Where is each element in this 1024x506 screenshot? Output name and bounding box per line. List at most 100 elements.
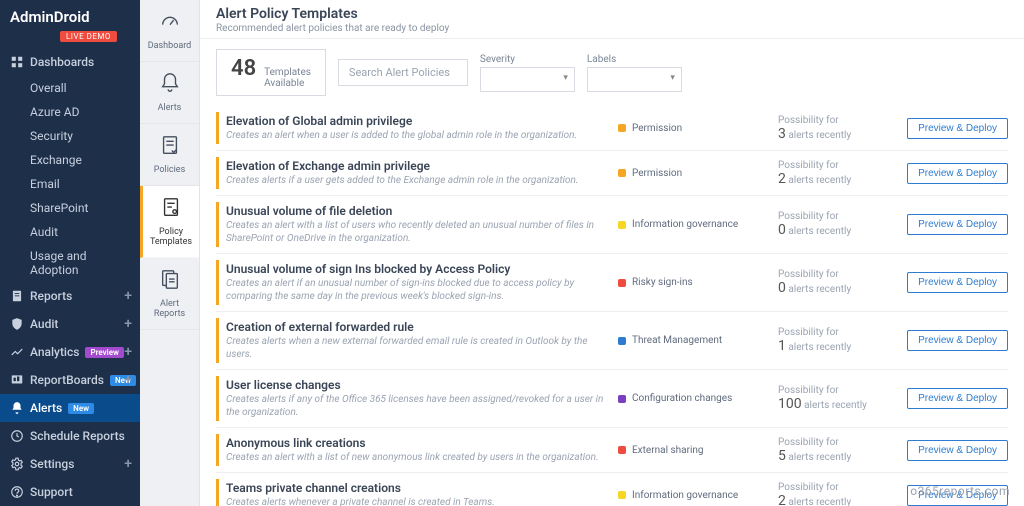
tag-dot-icon bbox=[618, 221, 626, 229]
possibility-label: Possibility for bbox=[778, 482, 898, 493]
tag-label: External sharing bbox=[632, 445, 704, 456]
template-tag: External sharing bbox=[618, 445, 778, 456]
template-row: Teams private channel creations Creates … bbox=[216, 473, 1008, 506]
page-subtitle: Recommended alert policies that are read… bbox=[216, 23, 1008, 34]
subnav-policies[interactable]: Policies bbox=[140, 124, 199, 186]
nav-alerts[interactable]: AlertsNew bbox=[0, 394, 140, 422]
preview-deploy-button[interactable]: Preview & Deploy bbox=[907, 272, 1008, 293]
nav-sub-overall[interactable]: Overall bbox=[26, 76, 140, 100]
subnav-label: Alerts bbox=[158, 103, 182, 113]
template-possibility: Possibility for 3 alerts recently bbox=[778, 115, 898, 142]
alerts-recently-label: alerts recently bbox=[788, 130, 851, 141]
live-demo-badge: LIVE DEMO bbox=[60, 31, 117, 42]
tag-label: Risky sign-ins bbox=[632, 277, 693, 288]
nav-list: DashboardsOverallAzure ADSecurityExchang… bbox=[0, 48, 140, 506]
search-input[interactable]: Search Alert Policies bbox=[338, 59, 468, 86]
main-area: Alert Policy Templates Recommended alert… bbox=[200, 0, 1024, 506]
possibility-count: 5 bbox=[778, 448, 786, 464]
template-action: Preview & Deploy bbox=[898, 118, 1008, 139]
accent-bar bbox=[216, 157, 219, 189]
subnav-dashboard[interactable]: Dashboard bbox=[140, 0, 199, 62]
nav-sub-audit[interactable]: Audit bbox=[26, 220, 140, 244]
nav-label: ReportBoards bbox=[30, 373, 104, 387]
accent-bar bbox=[216, 318, 219, 363]
template-description: Creates an alert when a user is added to… bbox=[226, 129, 608, 142]
template-action: Preview & Deploy bbox=[898, 388, 1008, 409]
expand-icon: + bbox=[124, 288, 132, 304]
subnav-label: Alert Reports bbox=[144, 299, 195, 319]
reports-icon bbox=[10, 289, 24, 303]
labels-select[interactable] bbox=[587, 67, 682, 92]
settings-icon bbox=[10, 457, 24, 471]
subnav-label: Policies bbox=[154, 165, 185, 175]
template-title: User license changes bbox=[226, 378, 608, 392]
possibility-count: 3 bbox=[778, 126, 786, 142]
nav-sub-azure-ad[interactable]: Azure AD bbox=[26, 100, 140, 124]
expand-icon: + bbox=[124, 456, 132, 472]
nav-label: Settings bbox=[30, 457, 74, 471]
nav-badge: New bbox=[68, 403, 94, 414]
template-description: Creates alerts whenever a private channe… bbox=[226, 496, 608, 506]
nav-dashboards[interactable]: Dashboards bbox=[0, 48, 140, 76]
nav-reports[interactable]: Reports+ bbox=[0, 282, 140, 310]
template-count-box: 48 Templates Available bbox=[216, 49, 326, 96]
template-possibility: Possibility for 0 alerts recently bbox=[778, 269, 898, 296]
template-row: Elevation of Exchange admin privilege Cr… bbox=[216, 151, 1008, 196]
tag-label: Information governance bbox=[632, 490, 738, 501]
template-description: Creates alerts if any of the Office 365 … bbox=[226, 393, 608, 419]
preview-deploy-button[interactable]: Preview & Deploy bbox=[907, 118, 1008, 139]
nav-sub-usage-and-adoption[interactable]: Usage and Adoption bbox=[26, 244, 140, 282]
nav-analytics[interactable]: AnalyticsPreview+ bbox=[0, 338, 140, 366]
alerts-recently-label: alerts recently bbox=[788, 452, 851, 463]
nav-sub-sharepoint[interactable]: SharePoint bbox=[26, 196, 140, 220]
template-main: Unusual volume of sign Ins blocked by Ac… bbox=[226, 262, 618, 303]
nav-sub-security[interactable]: Security bbox=[26, 124, 140, 148]
accent-bar bbox=[216, 376, 219, 421]
severity-select[interactable] bbox=[480, 67, 575, 92]
preview-deploy-button[interactable]: Preview & Deploy bbox=[907, 388, 1008, 409]
subnav-policy-templates[interactable]: Policy Templates bbox=[140, 186, 199, 258]
template-main: Creation of external forwarded rule Crea… bbox=[226, 320, 618, 361]
nav-settings[interactable]: Settings + bbox=[0, 450, 140, 478]
template-possibility: Possibility for 100 alerts recently bbox=[778, 385, 898, 412]
nav-schedule-reports[interactable]: Schedule Reports bbox=[0, 422, 140, 450]
nav-support[interactable]: Support bbox=[0, 478, 140, 506]
nav-label: Support bbox=[30, 485, 73, 499]
preview-deploy-button[interactable]: Preview & Deploy bbox=[907, 440, 1008, 461]
template-title: Creation of external forwarded rule bbox=[226, 320, 608, 334]
nav-audit[interactable]: Audit+ bbox=[0, 310, 140, 338]
nav-label: Audit bbox=[30, 317, 58, 331]
tag-label: Permission bbox=[632, 123, 682, 134]
tag-dot-icon bbox=[618, 124, 626, 132]
alerts-recently-label: alerts recently bbox=[788, 175, 851, 186]
preview-deploy-button[interactable]: Preview & Deploy bbox=[907, 163, 1008, 184]
severity-label: Severity bbox=[480, 54, 575, 65]
template-action: Preview & Deploy bbox=[898, 440, 1008, 461]
tag-dot-icon bbox=[618, 395, 626, 403]
tag-dot-icon bbox=[618, 279, 626, 287]
template-main: Elevation of Exchange admin privilege Cr… bbox=[226, 159, 618, 187]
alerts-recently-label: alerts recently bbox=[788, 284, 851, 295]
expand-icon: + bbox=[124, 372, 132, 388]
template-title: Unusual volume of file deletion bbox=[226, 204, 608, 218]
template-row: Unusual volume of sign Ins blocked by Ac… bbox=[216, 254, 1008, 312]
nav-sub-exchange[interactable]: Exchange bbox=[26, 148, 140, 172]
subnav-label: Dashboard bbox=[148, 41, 192, 51]
preview-deploy-button[interactable]: Preview & Deploy bbox=[907, 214, 1008, 235]
preview-deploy-button[interactable]: Preview & Deploy bbox=[907, 330, 1008, 351]
accent-bar bbox=[216, 202, 219, 247]
nav-reportboards[interactable]: ReportBoardsNew+ bbox=[0, 366, 140, 394]
possibility-count: 2 bbox=[778, 171, 786, 187]
reportboards-icon bbox=[10, 373, 24, 387]
possibility-label: Possibility for bbox=[778, 115, 898, 126]
schedule-icon bbox=[10, 429, 24, 443]
alerts-icon bbox=[10, 401, 24, 415]
subnav-alert-reports[interactable]: Alert Reports bbox=[140, 258, 199, 330]
subnav-alerts[interactable]: Alerts bbox=[140, 62, 199, 124]
possibility-label: Possibility for bbox=[778, 327, 898, 338]
nav-sub-email[interactable]: Email bbox=[26, 172, 140, 196]
tag-label: Permission bbox=[632, 168, 682, 179]
template-row: Anonymous link creations Creates an aler… bbox=[216, 428, 1008, 473]
template-main: Teams private channel creations Creates … bbox=[226, 481, 618, 506]
brand-logo: AdminDroid bbox=[0, 0, 140, 28]
